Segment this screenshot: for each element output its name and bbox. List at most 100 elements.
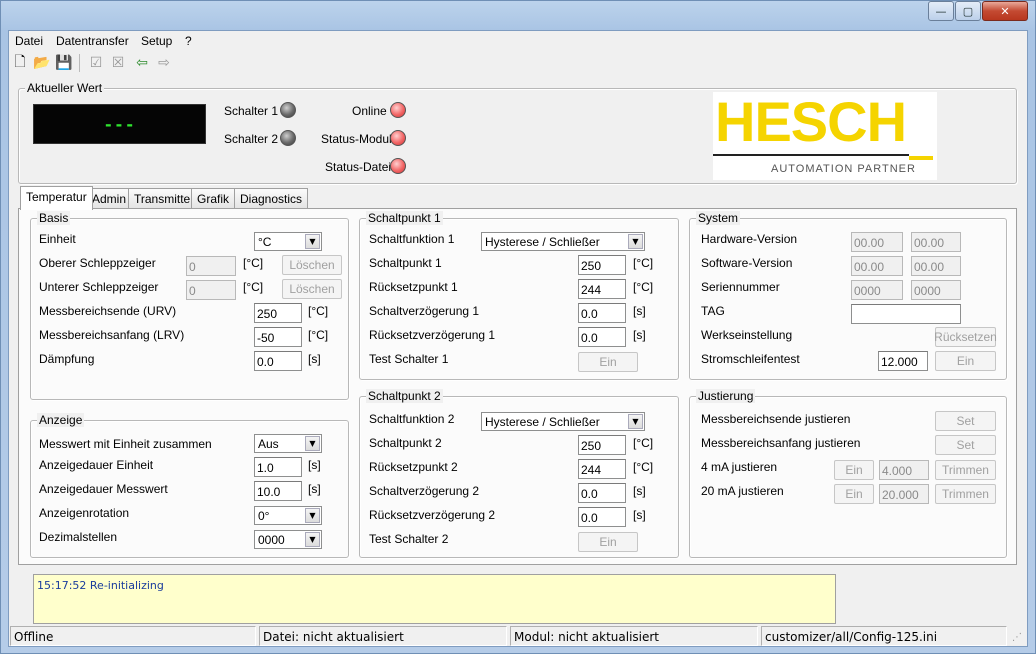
log-line: 15:17:52 Re-initializing [37,579,164,592]
unit-duration-field[interactable]: 1.0 [254,457,302,477]
urv-unit: [°C] [308,304,329,318]
clear-lower-button[interactable]: Löschen [282,279,342,299]
switch1-led [280,102,296,118]
rotation-select-value: 0° [258,509,270,523]
resize-grip-icon[interactable]: ⋰ [1012,632,1024,644]
damping-unit: [s] [308,352,321,366]
sp1-reset-delay-field[interactable]: 0.0 [578,327,626,347]
tab-temperatur[interactable]: Temperatur [20,186,93,210]
tag-label: TAG [701,304,725,318]
menu-setup[interactable]: Setup [141,34,172,48]
chevron-down-icon: ▼ [628,414,643,429]
adjust-start-button[interactable]: Set [935,435,996,455]
sp1-delay-unit: [s] [633,304,646,318]
lrv-label: Messbereichsanfang (LRV) [39,328,185,342]
check-icon[interactable]: ☑ [87,54,105,72]
logo-line [713,154,909,156]
value-duration-label: Anzeigedauer Messwert [39,482,168,496]
sp2-test-label: Test Schalter 2 [369,532,449,546]
sp2-reset-delay-unit: [s] [633,508,646,522]
lrv-field[interactable]: -50 [254,327,302,347]
connect-icon[interactable]: ⇦ [133,54,151,72]
adjust-legend: Justierung [696,389,756,403]
unit-duration-label: Anzeigedauer Einheit [39,458,154,472]
sp2-func-select[interactable]: Hysterese / Schließer ▼ [481,412,645,431]
sp2-reset-field[interactable]: 244 [578,459,626,479]
sp2-legend: Schaltpunkt 2 [366,389,443,403]
status-file-led [390,158,406,174]
value-duration-unit: [s] [308,482,321,496]
company-logo: HESCH AUTOMATION PARTNER [713,92,937,180]
damping-label: Dämpfung [39,352,95,366]
urv-field[interactable]: 250 [254,303,302,323]
tab-transmitter[interactable]: Transmitter [128,188,201,208]
menu-datentransfer[interactable]: Datentransfer [56,34,129,48]
sp2-reset-label: Rücksetzpunkt 2 [369,460,458,474]
sp1-legend: Schaltpunkt 1 [366,211,443,225]
disconnect-icon[interactable]: ⇨ [155,54,173,72]
new-file-icon[interactable]: 🗋 [11,54,29,72]
rotation-select[interactable]: 0° ▼ [254,506,322,525]
lower-drag-label: Unterer Schleppzeiger [39,280,159,294]
tag-field[interactable] [851,304,961,324]
save-icon[interactable]: 💾 [55,54,73,72]
adjust-20ma-on-button[interactable]: Ein [834,484,874,504]
sp2-delay-unit: [s] [633,484,646,498]
sp2-test-button[interactable]: Ein [578,532,638,552]
log-panel[interactable]: 15:17:52 Re-initializing [33,574,836,624]
chevron-down-icon: ▼ [305,234,320,249]
sp1-point-label: Schaltpunkt 1 [369,256,442,270]
adjust-4ma-label: 4 mA justieren [701,460,778,474]
sp2-func-label: Schaltfunktion 2 [369,412,455,426]
status-config: customizer/all/Config-125.ini [761,626,1007,646]
sp2-point-field[interactable]: 250 [578,435,626,455]
hw-version-label: Hardware-Version [701,232,798,246]
unit-select[interactable]: °C ▼ [254,232,322,251]
sp1-reset-delay-label: Rücksetzverzögerung 1 [369,328,496,342]
sp1-test-label: Test Schalter 1 [369,352,449,366]
sp1-func-select[interactable]: Hysterese / Schließer ▼ [481,232,645,251]
adjust-end-button[interactable]: Set [935,411,996,431]
sp1-point-unit: [°C] [633,256,654,270]
decimals-select[interactable]: 0000 ▼ [254,530,322,549]
factory-reset-label: Werkseinstellung [701,328,793,342]
close-button[interactable]: ✕ [982,1,1028,21]
sp1-delay-field[interactable]: 0.0 [578,303,626,323]
sp1-func-label: Schaltfunktion 1 [369,232,455,246]
menu-help[interactable]: ? [185,34,192,48]
tab-diagnostics[interactable]: Diagnostics [234,188,309,208]
adjust-4ma-on-button[interactable]: Ein [834,460,874,480]
sp1-point-field[interactable]: 250 [578,255,626,275]
tab-grafik[interactable]: Grafik [191,188,236,208]
sp1-reset-label: Rücksetzpunkt 1 [369,280,458,294]
open-folder-icon[interactable]: 📂 [33,54,51,72]
maximize-button[interactable]: ▢ [955,1,981,21]
damping-field[interactable]: 0.0 [254,351,302,371]
clear-upper-button[interactable]: Löschen [282,255,342,275]
loop-test-field[interactable]: 12.000 [878,351,928,371]
switch2-led [280,130,296,146]
value-duration-field[interactable]: 10.0 [254,481,302,501]
tab-admin[interactable]: Admin [86,188,133,208]
cancel-icon[interactable]: ☒ [109,54,127,72]
status-connection: Offline [10,626,256,646]
status-module-label: Status-Modul [321,132,392,146]
menu-datei[interactable]: Datei [15,34,43,48]
sp2-delay-field[interactable]: 0.0 [578,483,626,503]
status-file: Datei: nicht aktualisiert [259,626,507,646]
display-legend: Anzeige [37,413,85,427]
adjust-20ma-trim-button[interactable]: Trimmen [935,484,996,504]
sp1-func-value: Hysterese / Schließer [485,235,600,249]
adjust-4ma-trim-button[interactable]: Trimmen [935,460,996,480]
sp1-test-button[interactable]: Ein [578,352,638,372]
combined-select[interactable]: Aus ▼ [254,434,322,453]
minimize-button[interactable]: — [928,1,954,21]
sp1-reset-field[interactable]: 244 [578,279,626,299]
upper-drag-unit: [°C] [243,256,264,270]
sp2-reset-delay-field[interactable]: 0.0 [578,507,626,527]
factory-reset-button[interactable]: Rücksetzen [934,327,997,347]
loop-test-button[interactable]: Ein [935,351,996,371]
combined-label: Messwert mit Einheit zusammen [39,437,212,451]
chevron-down-icon: ▼ [305,508,320,523]
sp2-func-value: Hysterese / Schließer [485,415,600,429]
